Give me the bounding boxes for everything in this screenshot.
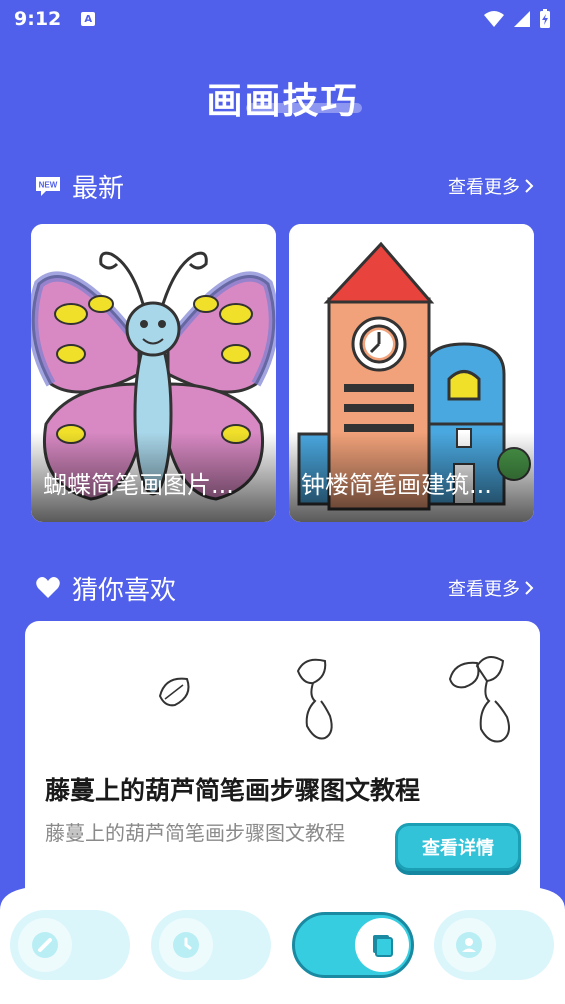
view-details-button[interactable]: 查看详情: [395, 823, 521, 871]
recommend-desc: 藤蔓上的葫芦简笔画步骤图文教程: [45, 821, 345, 845]
page-title: 画画技巧: [206, 81, 359, 122]
nav-item-tips[interactable]: [292, 912, 414, 978]
status-time: 9:12: [14, 8, 62, 30]
header: 画画技巧: [0, 72, 565, 124]
section-title-guess: 猜你喜欢: [72, 575, 177, 606]
new-badge-text: NEW: [39, 181, 58, 190]
clock-icon: [159, 918, 213, 972]
book-icon: [355, 918, 409, 972]
latest-section-header: NEW 最新 查看更多: [34, 168, 534, 204]
latest-more-link[interactable]: 查看更多: [448, 173, 534, 199]
status-bar: 9:12 A: [0, 0, 565, 38]
nav-item-brush[interactable]: [10, 910, 130, 980]
more-label: 查看更多: [448, 579, 520, 600]
battery-icon: [540, 9, 550, 28]
gourd-step-image: [158, 656, 510, 743]
user-icon: [442, 918, 496, 972]
more-label: 查看更多: [448, 177, 520, 198]
guess-section-header: 猜你喜欢 查看更多: [34, 570, 534, 606]
latest-card-butterfly[interactable]: 蝴蝶简笔画图片...: [31, 224, 276, 522]
chevron-right-icon: [525, 581, 534, 595]
signal-icon: [514, 11, 530, 27]
nav-item-history[interactable]: [151, 910, 271, 980]
section-title-latest: 最新: [72, 173, 125, 204]
guess-more-link[interactable]: 查看更多: [448, 575, 534, 601]
keyboard-a-icon: A: [81, 12, 96, 26]
new-badge-icon: NEW: [34, 174, 62, 198]
heart-icon: [34, 576, 62, 600]
card-title: 蝴蝶简笔画图片...: [43, 471, 234, 499]
nav-item-profile[interactable]: [434, 910, 554, 980]
card-title: 钟楼简笔画建筑...: [301, 471, 492, 499]
brush-icon: [18, 918, 72, 972]
chevron-right-icon: [525, 179, 534, 193]
recommend-title: 藤蔓上的葫芦简笔画步骤图文教程: [45, 776, 421, 805]
wifi-icon: [484, 11, 504, 27]
latest-card-clock-tower[interactable]: 钟楼简笔画建筑...: [289, 224, 534, 522]
recommend-card[interactable]: 藤蔓上的葫芦简笔画步骤图文教程 藤蔓上的葫芦简笔画步骤图文教程 查看详情: [25, 621, 540, 921]
